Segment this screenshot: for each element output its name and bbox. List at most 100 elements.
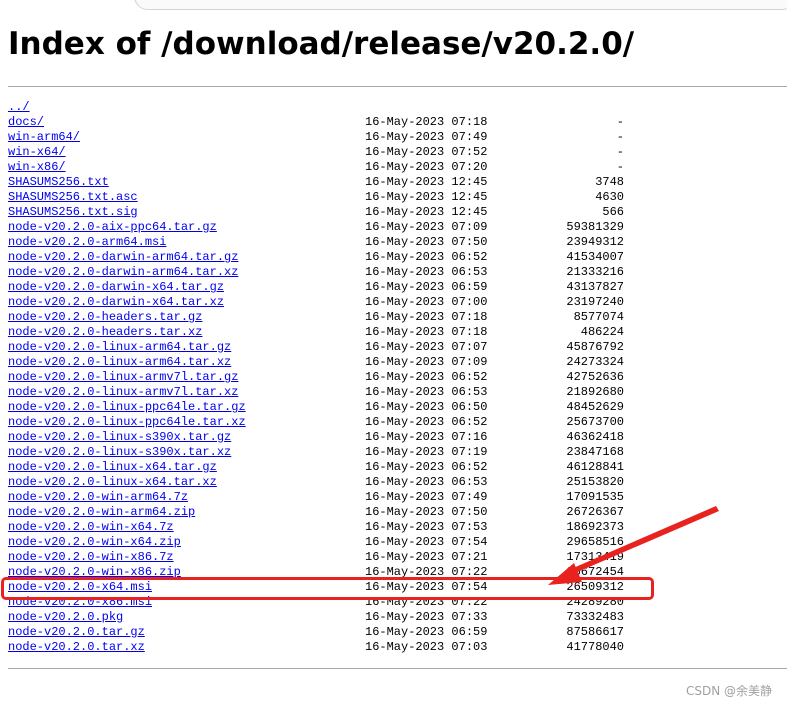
file-size: -: [616, 145, 624, 159]
file-link[interactable]: node-v20.2.0-arm64.msi: [8, 235, 166, 250]
file-link[interactable]: node-v20.2.0-win-arm64.zip: [8, 505, 195, 520]
file-size: 29658516: [566, 535, 624, 549]
file-row: node-v20.2.0-win-x86.7z 16-May-2023 07:21…: [8, 550, 787, 565]
file-row: node-v20.2.0-linux-arm64.tar.gz 16-May-20…: [8, 340, 787, 355]
file-date: 16-May-2023 07:18: [365, 325, 488, 339]
file-row: node-v20.2.0-linux-s390x.tar.xz 16-May-20…: [8, 445, 787, 460]
file-row: node-v20.2.0-win-arm64.zip 16-May-2023 07…: [8, 505, 787, 520]
file-link[interactable]: node-v20.2.0-linux-armv7l.tar.gz: [8, 370, 238, 385]
file-link[interactable]: node-v20.2.0-linux-ppc64le.tar.xz: [8, 415, 246, 430]
file-row: win-x64/16-May-2023 07:52 -: [8, 145, 787, 160]
file-link[interactable]: node-v20.2.0-linux-s390x.tar.xz: [8, 445, 231, 460]
file-size: 25153820: [566, 475, 624, 489]
file-date: 16-May-2023 06:52: [365, 370, 488, 384]
file-link[interactable]: node-v20.2.0-darwin-arm64.tar.gz: [8, 250, 238, 265]
file-row: node-v20.2.0-aix-ppc64.tar.gz 16-May-2023…: [8, 220, 787, 235]
file-row: SHASUMS256.txt.sig 16-May-2023 12:45 566: [8, 205, 787, 220]
file-date: 16-May-2023 07:07: [365, 340, 488, 354]
file-date: 16-May-2023 06:53: [365, 385, 488, 399]
file-row: node-v20.2.0-darwin-x64.tar.gz 16-May-202…: [8, 280, 787, 295]
file-link[interactable]: node-v20.2.0-linux-arm64.tar.xz: [8, 355, 231, 370]
file-link[interactable]: node-v20.2.0-linux-s390x.tar.gz: [8, 430, 231, 445]
file-link[interactable]: node-v20.2.0-win-x86.7z: [8, 550, 174, 565]
file-size: -: [616, 130, 624, 144]
file-row: docs/16-May-2023 07:18 -: [8, 115, 787, 130]
file-link[interactable]: win-arm64/: [8, 130, 80, 145]
file-link[interactable]: node-v20.2.0-headers.tar.gz: [8, 310, 202, 325]
file-date: 16-May-2023 12:45: [365, 190, 488, 204]
file-size: 4630: [595, 190, 624, 204]
page-title: Index of /download/release/v20.2.0/: [8, 26, 635, 62]
file-link[interactable]: node-v20.2.0-win-arm64.7z: [8, 490, 188, 505]
file-row: node-v20.2.0-darwin-arm64.tar.gz 16-May-2…: [8, 250, 787, 265]
file-date: 16-May-2023 07:50: [365, 505, 488, 519]
file-link[interactable]: win-x64/: [8, 145, 66, 160]
file-link[interactable]: node-v20.2.0-linux-arm64.tar.gz: [8, 340, 231, 355]
file-link[interactable]: node-v20.2.0-linux-armv7l.tar.xz: [8, 385, 238, 400]
file-size: 8577074: [573, 310, 624, 324]
file-row: node-v20.2.0-linux-ppc64le.tar.xz 16-May-…: [8, 415, 787, 430]
file-row: node-v20.2.0.tar.gz 16-May-2023 06:59 8758…: [8, 625, 787, 640]
file-listing: ../ docs/16-May-2023 07:18- win-arm64/16-…: [8, 100, 787, 655]
file-link[interactable]: node-v20.2.0-linux-x64.tar.xz: [8, 475, 217, 490]
file-row: node-v20.2.0-win-arm64.7z 16-May-2023 07:…: [8, 490, 787, 505]
file-row: node-v20.2.0-headers.tar.xz 16-May-2023 0…: [8, 325, 787, 340]
file-link[interactable]: node-v20.2.0-darwin-x64.tar.gz: [8, 280, 224, 295]
bottom-divider: [8, 668, 787, 669]
file-link[interactable]: node-v20.2.0-win-x64.zip: [8, 535, 181, 550]
file-size: 87586617: [566, 625, 624, 639]
parent-directory-row: ../: [8, 100, 787, 115]
file-link[interactable]: node-v20.2.0.pkg: [8, 610, 123, 625]
file-row: node-v20.2.0-x86.msi 16-May-2023 07:22 242…: [8, 595, 787, 610]
file-link[interactable]: node-v20.2.0-x64.msi: [8, 580, 152, 595]
file-link[interactable]: node-v20.2.0-aix-ppc64.tar.gz: [8, 220, 217, 235]
file-date: 16-May-2023 07:54: [365, 535, 488, 549]
file-link[interactable]: node-v20.2.0-win-x64.7z: [8, 520, 174, 535]
parent-directory-link[interactable]: ../: [8, 100, 30, 115]
file-date: 16-May-2023 07:16: [365, 430, 488, 444]
file-link[interactable]: SHASUMS256.txt.asc: [8, 190, 138, 205]
file-size: 24289280: [566, 595, 624, 609]
file-date: 16-May-2023 07:22: [365, 565, 488, 579]
file-row: node-v20.2.0-headers.tar.gz 16-May-2023 0…: [8, 310, 787, 325]
file-link[interactable]: node-v20.2.0-x86.msi: [8, 595, 152, 610]
file-row: node-v20.2.0-arm64.msi 16-May-2023 07:50 2…: [8, 235, 787, 250]
file-date: 16-May-2023 07:50: [365, 235, 488, 249]
file-date: 16-May-2023 07:00: [365, 295, 488, 309]
file-size: 45876792: [566, 340, 624, 354]
file-link[interactable]: SHASUMS256.txt.sig: [8, 205, 138, 220]
file-size: 17313419: [566, 550, 624, 564]
file-size: 23949312: [566, 235, 624, 249]
file-row: node-v20.2.0.pkg 16-May-2023 07:33 7333248…: [8, 610, 787, 625]
file-size: 486224: [580, 325, 624, 339]
file-size: 42752636: [566, 370, 624, 384]
file-link[interactable]: node-v20.2.0-win-x86.zip: [8, 565, 181, 580]
file-link[interactable]: node-v20.2.0-linux-ppc64le.tar.gz: [8, 400, 246, 415]
file-size: 46128841: [566, 460, 624, 474]
file-date: 16-May-2023 06:59: [365, 280, 488, 294]
address-bar[interactable]: [134, 0, 787, 10]
file-row: node-v20.2.0-win-x64.7z 16-May-2023 07:53…: [8, 520, 787, 535]
file-row: node-v20.2.0-linux-x64.tar.gz 16-May-2023…: [8, 460, 787, 475]
file-link[interactable]: node-v20.2.0.tar.xz: [8, 640, 145, 655]
file-row: node-v20.2.0-linux-armv7l.tar.gz 16-May-2…: [8, 370, 787, 385]
file-link[interactable]: node-v20.2.0-headers.tar.xz: [8, 325, 202, 340]
file-date: 16-May-2023 06:53: [365, 265, 488, 279]
file-link[interactable]: node-v20.2.0-linux-x64.tar.gz: [8, 460, 217, 475]
file-size: 23847168: [566, 445, 624, 459]
file-row: node-v20.2.0-darwin-arm64.tar.xz 16-May-2…: [8, 265, 787, 280]
file-date: 16-May-2023 07:20: [365, 160, 488, 174]
file-row: win-arm64/16-May-2023 07:49 -: [8, 130, 787, 145]
file-link[interactable]: SHASUMS256.txt: [8, 175, 109, 190]
file-row: SHASUMS256.txt.asc 16-May-2023 12:45 4630: [8, 190, 787, 205]
file-row: node-v20.2.0-linux-s390x.tar.gz 16-May-20…: [8, 430, 787, 445]
top-divider: [8, 86, 787, 87]
file-size: 25673700: [566, 415, 624, 429]
file-date: 16-May-2023 07:03: [365, 640, 488, 654]
file-link[interactable]: node-v20.2.0.tar.gz: [8, 625, 145, 640]
file-link[interactable]: node-v20.2.0-darwin-arm64.tar.xz: [8, 265, 238, 280]
file-link[interactable]: win-x86/: [8, 160, 66, 175]
file-link[interactable]: node-v20.2.0-darwin-x64.tar.xz: [8, 295, 224, 310]
file-link[interactable]: docs/: [8, 115, 44, 130]
file-row: node-v20.2.0-linux-x64.tar.xz 16-May-2023…: [8, 475, 787, 490]
